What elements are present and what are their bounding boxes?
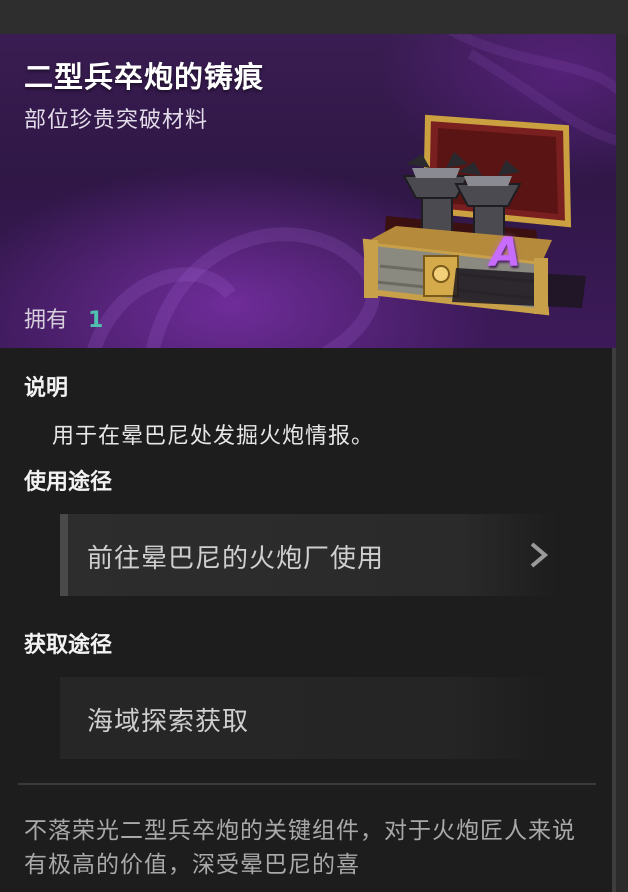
acquire-source: 海域探索获取 bbox=[60, 677, 548, 759]
scrollbar[interactable] bbox=[612, 348, 616, 892]
item-header: 二型兵卒炮的铸痕 部位珍贵突破材料 A 拥有 1 bbox=[0, 34, 616, 348]
description-heading: 说明 bbox=[24, 376, 69, 401]
rarity-badge: A bbox=[490, 230, 521, 276]
item-name: 二型兵卒炮的铸痕 bbox=[24, 60, 265, 94]
acquire-source-label: 海域探索获取 bbox=[87, 707, 250, 737]
owned-label: 拥有 bbox=[24, 308, 69, 333]
usage-heading: 使用途径 bbox=[24, 470, 113, 495]
item-detail-screen: 二型兵卒炮的铸痕 部位珍贵突破材料 A 拥有 1 说明 用于在晕巴尼处发掘火炮情… bbox=[0, 0, 628, 892]
item-detail-panel: 二型兵卒炮的铸痕 部位珍贵突破材料 A 拥有 1 说明 用于在晕巴尼处发掘火炮情… bbox=[0, 34, 616, 892]
chevron-right-icon bbox=[530, 542, 549, 568]
go-to-cannon-factory-label: 前往晕巴尼的火炮厂使用 bbox=[87, 544, 385, 574]
owned-count: 1 bbox=[88, 308, 104, 333]
treasure-chest-icon bbox=[362, 114, 586, 316]
top-bar bbox=[0, 0, 628, 34]
owned-count-row: 拥有 1 bbox=[24, 302, 103, 334]
item-category: 部位珍贵突破材料 bbox=[24, 108, 209, 133]
button-accent-bar bbox=[60, 514, 68, 596]
go-to-cannon-factory-button[interactable]: 前往晕巴尼的火炮厂使用 bbox=[60, 514, 558, 596]
lore-text: 不落荣光二型兵卒炮的关键组件，对于火炮匠人来说有极高的价值，深受晕巴尼的喜 bbox=[24, 818, 576, 878]
description-text: 用于在晕巴尼处发掘火炮情报。 bbox=[52, 424, 375, 449]
section-divider bbox=[18, 783, 596, 785]
acquire-heading: 获取途径 bbox=[24, 633, 113, 658]
